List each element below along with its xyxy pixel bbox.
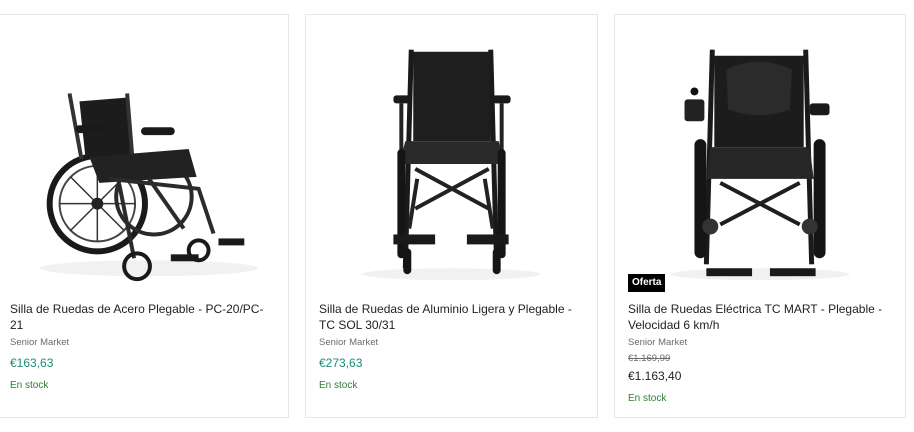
product-card[interactable]: Silla de Ruedas de Acero Plegable - PC-2…	[0, 14, 289, 418]
wheelchair-electric-icon	[670, 49, 850, 281]
wheelchair-electric-image[interactable]	[615, 29, 905, 285]
product-price: €1.163,40	[628, 369, 682, 383]
wheelchair-steel-image[interactable]	[0, 29, 288, 285]
stock-status: En stock	[10, 380, 49, 391]
product-price: €163,63	[10, 356, 54, 370]
wheelchair-steel-icon	[39, 93, 259, 282]
product-card[interactable]: Oferta Silla de Ruedas Eléctrica TC MART…	[614, 14, 906, 418]
product-card[interactable]: Silla de Ruedas de Aluminio Ligera y Ple…	[305, 14, 598, 418]
product-price: €273,63	[319, 356, 363, 370]
product-brand: Senior Market	[628, 337, 688, 348]
offer-badge: Oferta	[628, 274, 666, 292]
wheelchair-aluminium-icon	[361, 49, 541, 281]
stock-status: En stock	[319, 380, 358, 391]
product-brand: Senior Market	[10, 337, 70, 348]
wheelchair-aluminium-image[interactable]	[306, 29, 597, 285]
product-title[interactable]: Silla de Ruedas Eléctrica TC MART - Pleg…	[628, 301, 893, 333]
product-title[interactable]: Silla de Ruedas de Acero Plegable - PC-2…	[10, 301, 276, 333]
product-brand: Senior Market	[319, 337, 379, 348]
stock-status: En stock	[628, 393, 667, 404]
product-title[interactable]: Silla de Ruedas de Aluminio Ligera y Ple…	[319, 301, 585, 333]
product-price-old: €1.169,99	[628, 353, 671, 364]
